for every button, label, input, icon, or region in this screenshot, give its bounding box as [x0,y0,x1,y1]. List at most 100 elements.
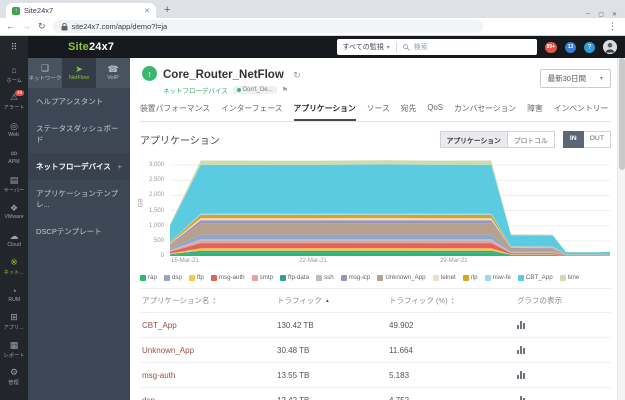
x-tick-label: 29-Mar-21 [440,258,468,264]
legend-item-Unknown_App[interactable]: Unknown_App [377,274,425,281]
rail-item-cloud[interactable]: ☁Cloud [0,226,28,254]
legend-item-rlp[interactable]: rlp [463,274,478,281]
browser-menu-icon[interactable]: ⋮ [608,21,619,32]
rail-item-report[interactable]: ▦レポート [0,336,28,364]
app-grid-icon[interactable]: ⠿ [0,36,28,58]
application-name-link[interactable]: CBT_App [142,321,277,330]
sidebar-item[interactable]: ヘルプアシスタント [28,88,130,115]
reload-icon[interactable]: ↻ [38,22,46,31]
tag-icon[interactable]: ⚑ [282,86,288,94]
rail-item-home[interactable]: ⌂ホーム [0,61,28,89]
legend-item-dsp[interactable]: dsp [164,274,182,281]
x-axis: 15-Mar-2122-Mar-2129-Mar-21 [170,258,610,268]
legend-item-msg-icp[interactable]: msg-icp [341,274,371,281]
scrollbar[interactable] [617,58,625,400]
address-bar[interactable]: site24x7.com/app/demo?l=ja [53,20,483,33]
rail-item-server[interactable]: ▤サーバー [0,171,28,199]
sidebar-tab-netflow[interactable]: ➤NetFlow [62,58,96,88]
minimize-icon[interactable]: ─ [586,11,590,18]
legend-item-ssh[interactable]: ssh [316,274,334,281]
application-name-link[interactable]: dsp [142,396,277,400]
sort-icon[interactable]: ▲▼ [212,297,216,305]
direction-toggle-IN[interactable]: IN [563,131,584,148]
announcements-icon[interactable]: 99+ [545,42,557,53]
refresh-icon[interactable]: ↻ [293,70,301,80]
legend-item-smtp[interactable]: smtp [252,274,273,281]
tab-アプリケーション[interactable]: アプリケーション [294,103,356,121]
rail-item-vmware[interactable]: ❖VMware [0,199,28,227]
monitor-type-link[interactable]: ネットフローデバイス [163,85,228,95]
tag-pill[interactable]: Don't_De... [233,86,277,94]
rail-item-label: APM [8,159,19,165]
site24x7-logo: Site24x7 [68,41,114,53]
view-toggle-プロトコル[interactable]: プロトコル [508,131,555,148]
notifications-icon[interactable]: 13 [565,42,576,53]
application-name-link[interactable]: msg-auth [142,371,277,380]
legend-item-ftp-data[interactable]: ftp-data [280,274,309,281]
sidebar-tab-network[interactable]: ❏ネットワーク [28,58,62,88]
scrollbar-thumb[interactable] [619,58,625,170]
sidebar-item[interactable]: ネットフローデバイス+ [28,153,130,180]
forward-icon[interactable]: → [22,22,31,31]
sidebar-item[interactable]: アプリケーションテンプレ... [28,180,130,218]
legend-item-msg-auth[interactable]: msg-auth [211,274,245,281]
show-graph-icon[interactable] [517,371,611,379]
legend-label: nsw-fe [493,274,511,281]
rail-item-label: VMware [4,214,23,220]
close-icon[interactable]: ✕ [612,11,617,18]
y-tick-label: 2,500 [149,177,164,183]
legend-item-ftp[interactable]: ftp [189,274,204,281]
column-header-アプリケーション名[interactable]: アプリケーション名▲▼ [142,295,277,306]
site24x7-favicon-icon: ↑ [12,7,20,15]
legend-item-time[interactable]: time [560,274,580,281]
new-tab-button[interactable]: + [164,4,170,18]
maximize-icon[interactable]: ▢ [598,11,604,18]
user-avatar[interactable] [603,40,617,54]
tab-カンバセーション[interactable]: カンバセーション [454,103,516,121]
sort-asc-icon[interactable]: ▲ [325,298,330,304]
rail-item-web[interactable]: ◎Web [0,116,28,144]
tab-インベントリー[interactable]: インベントリー [554,103,609,121]
window-controls[interactable]: ─ ▢ ✕ [586,8,625,18]
help-icon[interactable]: ? [584,42,595,53]
view-toggle-アプリケーション[interactable]: アプリケーション [440,131,508,148]
application-name-link[interactable]: Unknown_App [142,346,277,355]
legend-label: telnet [441,274,456,281]
column-header-トラフィック (%)[interactable]: トラフィック (%)▲▼ [389,295,517,306]
tab-インターフェース[interactable]: インターフェース [221,103,283,121]
rail-item-network[interactable]: ※ネット... [0,254,28,282]
sidebar-item[interactable]: DSCPテンプレート [28,218,130,245]
browser-tab[interactable]: ↑ Site24x7 ✕ [6,3,156,18]
rail-item-label: RUM [8,297,20,303]
show-graph-icon[interactable] [517,396,611,400]
tab-close-icon[interactable]: ✕ [144,7,150,15]
sidebar-item[interactable]: ステータスダッシュボード [28,115,130,153]
back-icon[interactable]: ← [6,22,15,31]
legend-item-nsw-fe[interactable]: nsw-fe [485,274,511,281]
vmware-icon: ❖ [10,204,18,213]
column-label: トラフィック (%) [389,295,448,306]
direction-toggle-OUT[interactable]: OUT [584,131,611,148]
tab-宛先[interactable]: 宛先 [401,103,417,121]
column-header-トラフィック[interactable]: トラフィック▲ [277,295,389,306]
rail-item-app[interactable]: ⊞アプリ... [0,309,28,337]
plus-icon[interactable]: + [118,162,122,171]
monitor-filter-dropdown[interactable]: すべての監視▾ [337,42,397,52]
sidebar-tab-voip[interactable]: ☎VoIP [96,58,130,88]
rail-item-rum[interactable]: ◔RUM [0,281,28,309]
rail-item-admin[interactable]: ⚙管理 [0,364,28,392]
tab-QoS[interactable]: QoS [427,103,443,121]
time-range-select[interactable]: 最新30日間 ▾ [540,69,611,88]
tab-障害[interactable]: 障害 [527,103,543,121]
tab-ソース[interactable]: ソース [367,103,390,121]
tab-装置パフォーマンス[interactable]: 装置パフォーマンス [140,103,210,121]
search-input[interactable]: 検索 [397,42,537,52]
legend-item-CBT_App[interactable]: CBT_App [518,274,553,281]
legend-item-rap[interactable]: rap [140,274,157,281]
rail-item-apm[interactable]: ∞APM [0,144,28,172]
rail-item-alert[interactable]: ⚠49アラート [0,89,28,117]
show-graph-icon[interactable] [517,321,611,329]
sort-icon[interactable]: ▲▼ [451,297,455,305]
show-graph-icon[interactable] [517,346,611,354]
legend-item-telnet[interactable]: telnet [433,274,456,281]
